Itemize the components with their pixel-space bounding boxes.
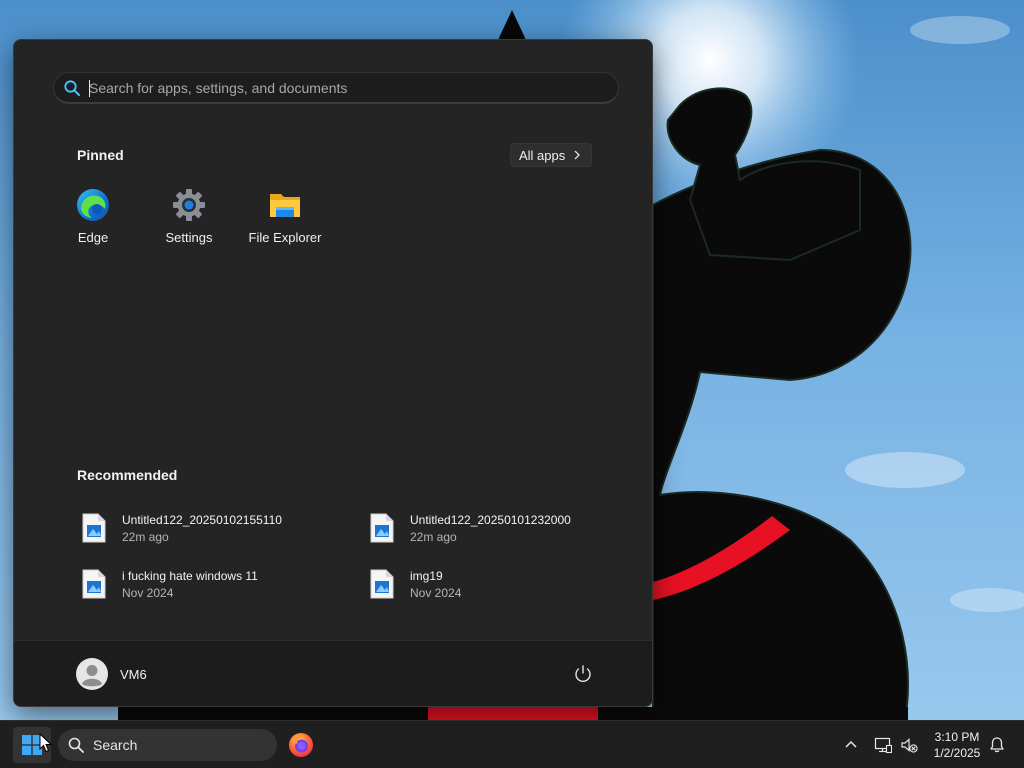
recommended-section-title: Recommended	[77, 467, 178, 483]
start-menu-footer: VM6	[14, 640, 652, 706]
user-account-button[interactable]: VM6	[76, 657, 147, 691]
user-avatar-icon	[76, 658, 108, 690]
recommended-item[interactable]: Untitled122_20250101232000 22m ago	[363, 506, 613, 550]
start-search-input[interactable]	[89, 73, 618, 102]
start-menu: Pinned All apps Edge	[13, 39, 653, 707]
pinned-app-edge[interactable]: Edge	[45, 188, 141, 252]
recommended-item-time: 22m ago	[410, 529, 457, 544]
search-icon	[68, 737, 84, 753]
mouse-cursor-icon	[39, 733, 53, 753]
pinned-app-label: Edge	[77, 230, 109, 245]
user-name: VM6	[120, 666, 147, 682]
recommended-item[interactable]: i fucking hate windows 11 Nov 2024	[75, 562, 325, 606]
pinned-app-file-explorer[interactable]: File Explorer	[237, 188, 333, 252]
clock-date: 1/2/2025	[933, 746, 981, 760]
firefox-icon[interactable]	[288, 732, 314, 758]
recommended-item-name: img19	[410, 568, 443, 583]
pinned-app-label: Settings	[165, 230, 213, 245]
clock-time: 3:10 PM	[934, 730, 980, 744]
folder-icon	[268, 188, 302, 222]
power-icon[interactable]	[572, 663, 594, 685]
recommended-item[interactable]: img19 Nov 2024	[363, 562, 613, 606]
bell-icon[interactable]	[988, 736, 1006, 754]
taskbar-search-button[interactable]: Search	[58, 729, 277, 761]
recommended-item[interactable]: Untitled122_20250102155110 22m ago	[75, 506, 325, 550]
recommended-item-time: Nov 2024	[410, 585, 462, 600]
pinned-section-title: Pinned	[77, 147, 124, 163]
chevron-right-icon	[574, 150, 581, 160]
taskbar: Search 3:10 PM 1/2/2025	[0, 720, 1024, 768]
taskbar-clock[interactable]: 3:10 PM 1/2/2025	[922, 729, 992, 761]
recommended-item-name: i fucking hate windows 11	[122, 568, 258, 583]
image-file-icon	[82, 569, 106, 599]
chevron-up-icon[interactable]	[843, 737, 859, 753]
taskbar-search-label: Search	[93, 737, 138, 753]
start-search-box[interactable]	[53, 72, 619, 104]
image-file-icon	[370, 569, 394, 599]
all-apps-button[interactable]: All apps	[510, 143, 593, 167]
image-file-icon	[370, 513, 394, 543]
recommended-item-name: Untitled122_20250101232000	[410, 512, 571, 527]
text-caret	[89, 80, 90, 97]
all-apps-label: All apps	[519, 147, 566, 163]
recommended-item-time: 22m ago	[122, 529, 169, 544]
edge-icon	[76, 188, 110, 222]
pinned-app-settings[interactable]: Settings	[141, 188, 237, 252]
search-icon	[63, 79, 81, 97]
gear-icon	[172, 188, 206, 222]
image-file-icon	[82, 513, 106, 543]
volume-muted-icon[interactable]	[900, 736, 918, 754]
pinned-app-label: File Explorer	[248, 230, 322, 245]
recommended-item-name: Untitled122_20250102155110	[122, 512, 282, 527]
network-icon[interactable]	[874, 736, 892, 754]
recommended-item-time: Nov 2024	[122, 585, 174, 600]
